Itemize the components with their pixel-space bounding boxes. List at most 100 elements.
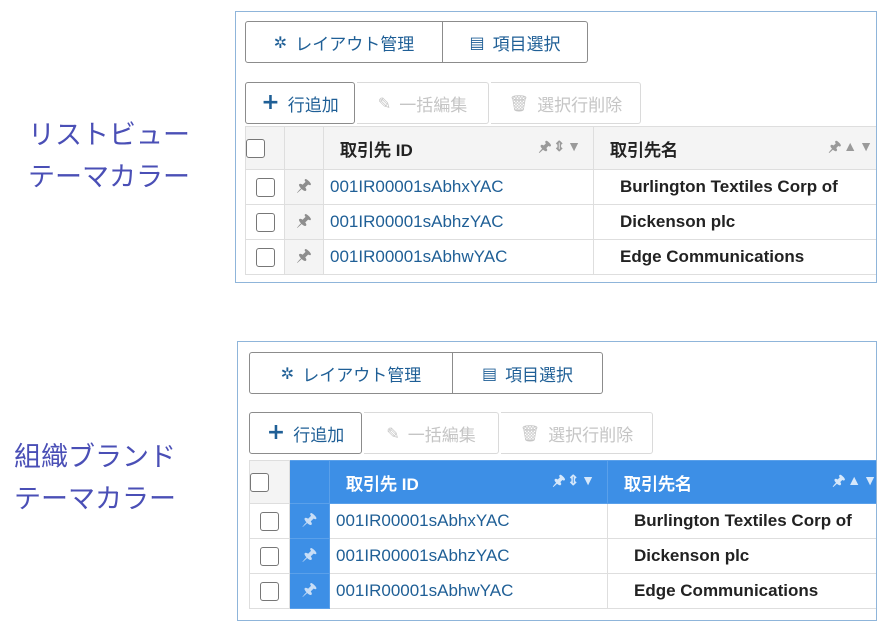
filter-icon[interactable]: ▼ bbox=[567, 138, 583, 154]
table-row: 🖈 001IR00001sAbhxYAC Burlington Textiles… bbox=[249, 503, 876, 539]
pin-icon[interactable]: 🖈 bbox=[296, 208, 312, 237]
sort-icon[interactable]: ⇕ bbox=[553, 138, 567, 154]
filter-icon[interactable]: ▼ bbox=[859, 138, 875, 154]
edit-icon: ✎ bbox=[386, 423, 400, 443]
pin-icon[interactable]: 🖈 bbox=[296, 243, 312, 272]
pin-icon[interactable]: 🖈 bbox=[828, 138, 843, 154]
add-row-button[interactable]: + 行追加 bbox=[249, 412, 362, 454]
row-pin-cell: 🖈 bbox=[284, 169, 324, 205]
column-header-id[interactable]: 取引先 ID 🖈⇕▼ bbox=[323, 126, 594, 170]
delete-selected-label: 選択行削除 bbox=[537, 95, 623, 116]
account-id-link[interactable]: 001IR00001sAbhzYAC bbox=[329, 538, 608, 574]
delete-selected-button[interactable]: 🗑 選択行削除 bbox=[491, 82, 641, 124]
pin-icon[interactable]: 🖈 bbox=[302, 507, 318, 536]
delete-selected-button[interactable]: 🗑 選択行削除 bbox=[501, 412, 653, 454]
list-view-label-line1: リストビュー bbox=[28, 120, 190, 151]
account-name-cell: Burlington Textiles Corp of bbox=[593, 169, 876, 205]
plus-icon: + bbox=[261, 90, 280, 115]
records-table: 取引先 ID 🖈⇕▼ 取引先名 🖈▲▼ 🖈 001IR00001sAbhxYAC… bbox=[249, 460, 876, 609]
row-checkbox[interactable] bbox=[255, 248, 275, 267]
account-name-cell: Burlington Textiles Corp of bbox=[607, 503, 876, 539]
row-select-cell bbox=[245, 169, 285, 205]
row-select-cell bbox=[249, 503, 290, 539]
add-row-label: 行追加 bbox=[287, 95, 339, 116]
account-id-link[interactable]: 001IR00001sAbhwYAC bbox=[329, 573, 608, 609]
select-all-checkbox[interactable] bbox=[246, 139, 265, 158]
bulk-edit-button[interactable]: ✎ 一括編集 bbox=[357, 82, 489, 124]
row-checkbox[interactable] bbox=[260, 512, 279, 531]
table-row: 🖈 001IR00001sAbhwYAC Edge Communications bbox=[245, 239, 876, 275]
row-select-cell bbox=[249, 573, 290, 609]
add-row-button[interactable]: + 行追加 bbox=[245, 82, 355, 124]
filter-icon[interactable]: ▼ bbox=[581, 472, 597, 488]
column-header-name[interactable]: 取引先名 🖈▲▼ bbox=[593, 126, 876, 170]
edit-icon: ✎ bbox=[377, 93, 392, 113]
column-id-label: 取引先 ID bbox=[346, 474, 419, 494]
pin-icon[interactable]: 🖈 bbox=[296, 173, 312, 202]
row-pin-cell: 🖈 bbox=[289, 573, 330, 609]
layout-manage-button[interactable]: ✲ レイアウト管理 bbox=[245, 21, 443, 63]
row-pin-cell: 🖈 bbox=[284, 204, 324, 240]
row-pin-cell: 🖈 bbox=[289, 503, 330, 539]
account-id-link[interactable]: 001IR00001sAbhxYAC bbox=[323, 169, 594, 205]
sort-asc-icon[interactable]: ▲ bbox=[843, 138, 859, 154]
row-pin-cell: 🖈 bbox=[284, 239, 324, 275]
list-view-label-line2: テーマカラー bbox=[28, 162, 190, 193]
pin-icon[interactable]: 🖈 bbox=[552, 472, 567, 488]
brand-theme-label: 組織ブランド テーマカラー bbox=[14, 437, 176, 521]
add-row-label: 行追加 bbox=[293, 425, 345, 446]
trash-icon: 🗑 bbox=[519, 423, 541, 443]
account-id-link[interactable]: 001IR00001sAbhxYAC bbox=[329, 503, 608, 539]
bulk-edit-button[interactable]: ✎ 一括編集 bbox=[364, 412, 499, 454]
table-row: 🖈 001IR00001sAbhwYAC Edge Communications bbox=[249, 573, 876, 609]
row-pin-cell: 🖈 bbox=[289, 538, 330, 574]
filter-icon[interactable]: ▼ bbox=[863, 472, 876, 488]
bulk-edit-label: 一括編集 bbox=[399, 95, 468, 116]
row-select-cell bbox=[245, 204, 285, 240]
layout-manage-label: レイアウト管理 bbox=[302, 365, 422, 386]
table-row: 🖈 001IR00001sAbhxYAC Burlington Textiles… bbox=[245, 169, 876, 205]
column-header-id[interactable]: 取引先 ID 🖈⇕▼ bbox=[329, 460, 608, 504]
sort-icon[interactable]: ⇕ bbox=[567, 472, 581, 488]
column-name-label: 取引先名 bbox=[610, 140, 678, 160]
account-name-cell: Dickenson plc bbox=[607, 538, 876, 574]
pin-icon[interactable]: 🖈 bbox=[832, 472, 847, 488]
column-select-button[interactable]: ▤ 項目選択 bbox=[443, 21, 588, 63]
pin-icon[interactable]: 🖈 bbox=[538, 138, 553, 154]
list-view-theme-label: リストビュー テーマカラー bbox=[28, 115, 190, 199]
account-id-link[interactable]: 001IR00001sAbhwYAC bbox=[323, 239, 594, 275]
layout-manage-label: レイアウト管理 bbox=[295, 34, 415, 55]
brand-label-line2: テーマカラー bbox=[14, 484, 176, 515]
column-header-name[interactable]: 取引先名 🖈▲▼ bbox=[607, 460, 876, 504]
table-row: 🖈 001IR00001sAbhzYAC Dickenson plc bbox=[245, 204, 876, 240]
column-select-label: 項目選択 bbox=[492, 34, 561, 55]
pin-header-cell bbox=[289, 460, 330, 504]
row-checkbox[interactable] bbox=[255, 213, 275, 232]
select-all-checkbox[interactable] bbox=[250, 473, 269, 492]
list-view-panel: ✲ レイアウト管理 ▤ 項目選択 + 行追加 ✎ 一括編集 🗑 選択行削除 取引… bbox=[235, 11, 877, 283]
plus-icon: + bbox=[266, 420, 286, 445]
row-checkbox[interactable] bbox=[255, 178, 275, 197]
row-checkbox[interactable] bbox=[260, 547, 279, 566]
row-checkbox[interactable] bbox=[260, 582, 279, 601]
account-id-link[interactable]: 001IR00001sAbhzYAC bbox=[323, 204, 594, 240]
select-all-cell bbox=[245, 126, 285, 170]
pin-icon[interactable]: 🖈 bbox=[302, 542, 318, 571]
columns-icon: ▤ bbox=[469, 32, 485, 52]
account-name-cell: Edge Communications bbox=[593, 239, 876, 275]
table-row: 🖈 001IR00001sAbhzYAC Dickenson plc bbox=[249, 538, 876, 574]
sort-asc-icon[interactable]: ▲ bbox=[847, 472, 863, 488]
bulk-edit-label: 一括編集 bbox=[407, 425, 476, 446]
brand-theme-panel: ✲ レイアウト管理 ▤ 項目選択 + 行追加 ✎ 一括編集 🗑 選択行削除 取引… bbox=[237, 341, 877, 621]
column-name-label: 取引先名 bbox=[624, 474, 692, 494]
pin-icon[interactable]: 🖈 bbox=[302, 577, 318, 606]
account-name-cell: Edge Communications bbox=[607, 573, 876, 609]
column-id-label: 取引先 ID bbox=[340, 140, 413, 160]
delete-selected-label: 選択行削除 bbox=[548, 425, 634, 446]
column-select-label: 項目選択 bbox=[505, 365, 574, 386]
trash-icon: 🗑 bbox=[508, 93, 530, 113]
table-header-row: 取引先 ID 🖈⇕▼ 取引先名 🖈▲▼ bbox=[249, 460, 876, 504]
column-select-button[interactable]: ▤ 項目選択 bbox=[453, 352, 603, 394]
layout-manage-button[interactable]: ✲ レイアウト管理 bbox=[249, 352, 453, 394]
columns-icon: ▤ bbox=[481, 363, 498, 383]
